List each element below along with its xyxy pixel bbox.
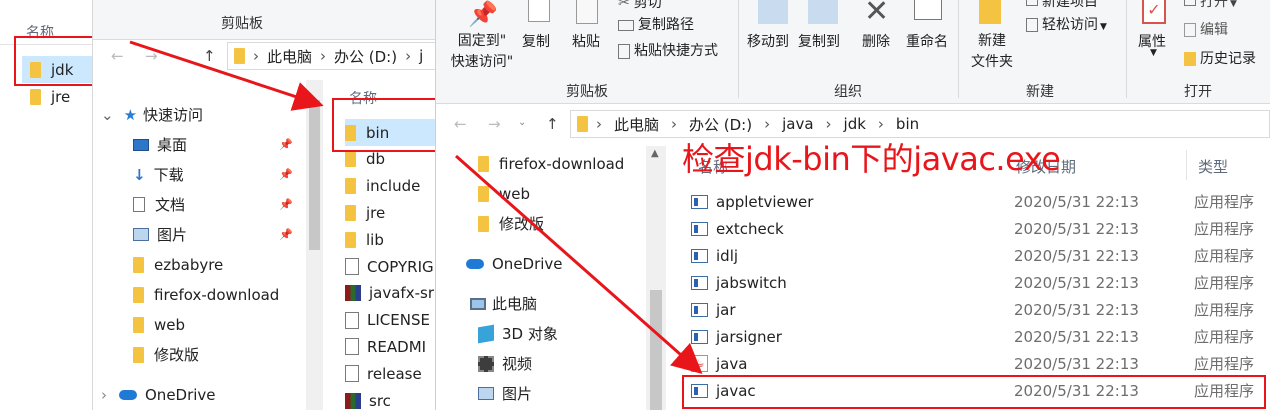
arrow-bin-to-javac — [455, 154, 703, 374]
annotation-arrows — [129, 40, 703, 374]
arrow-jdk-to-bin — [129, 40, 324, 111]
